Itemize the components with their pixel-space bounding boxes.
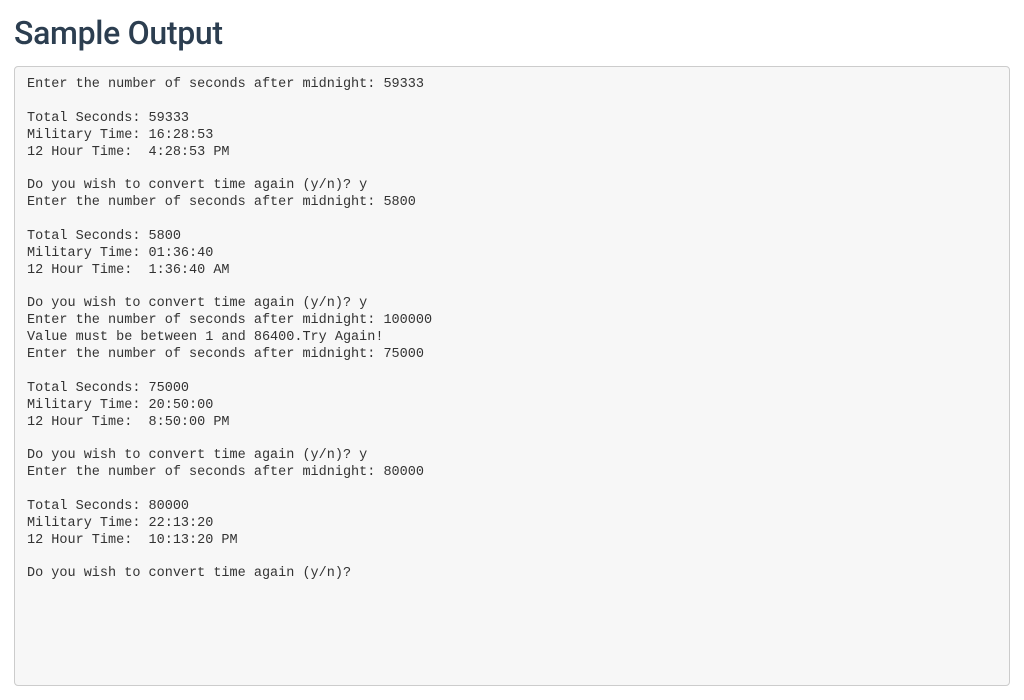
sample-output-block: Enter the number of seconds after midnig… (14, 66, 1010, 686)
page-title: Sample Output (14, 14, 1010, 52)
